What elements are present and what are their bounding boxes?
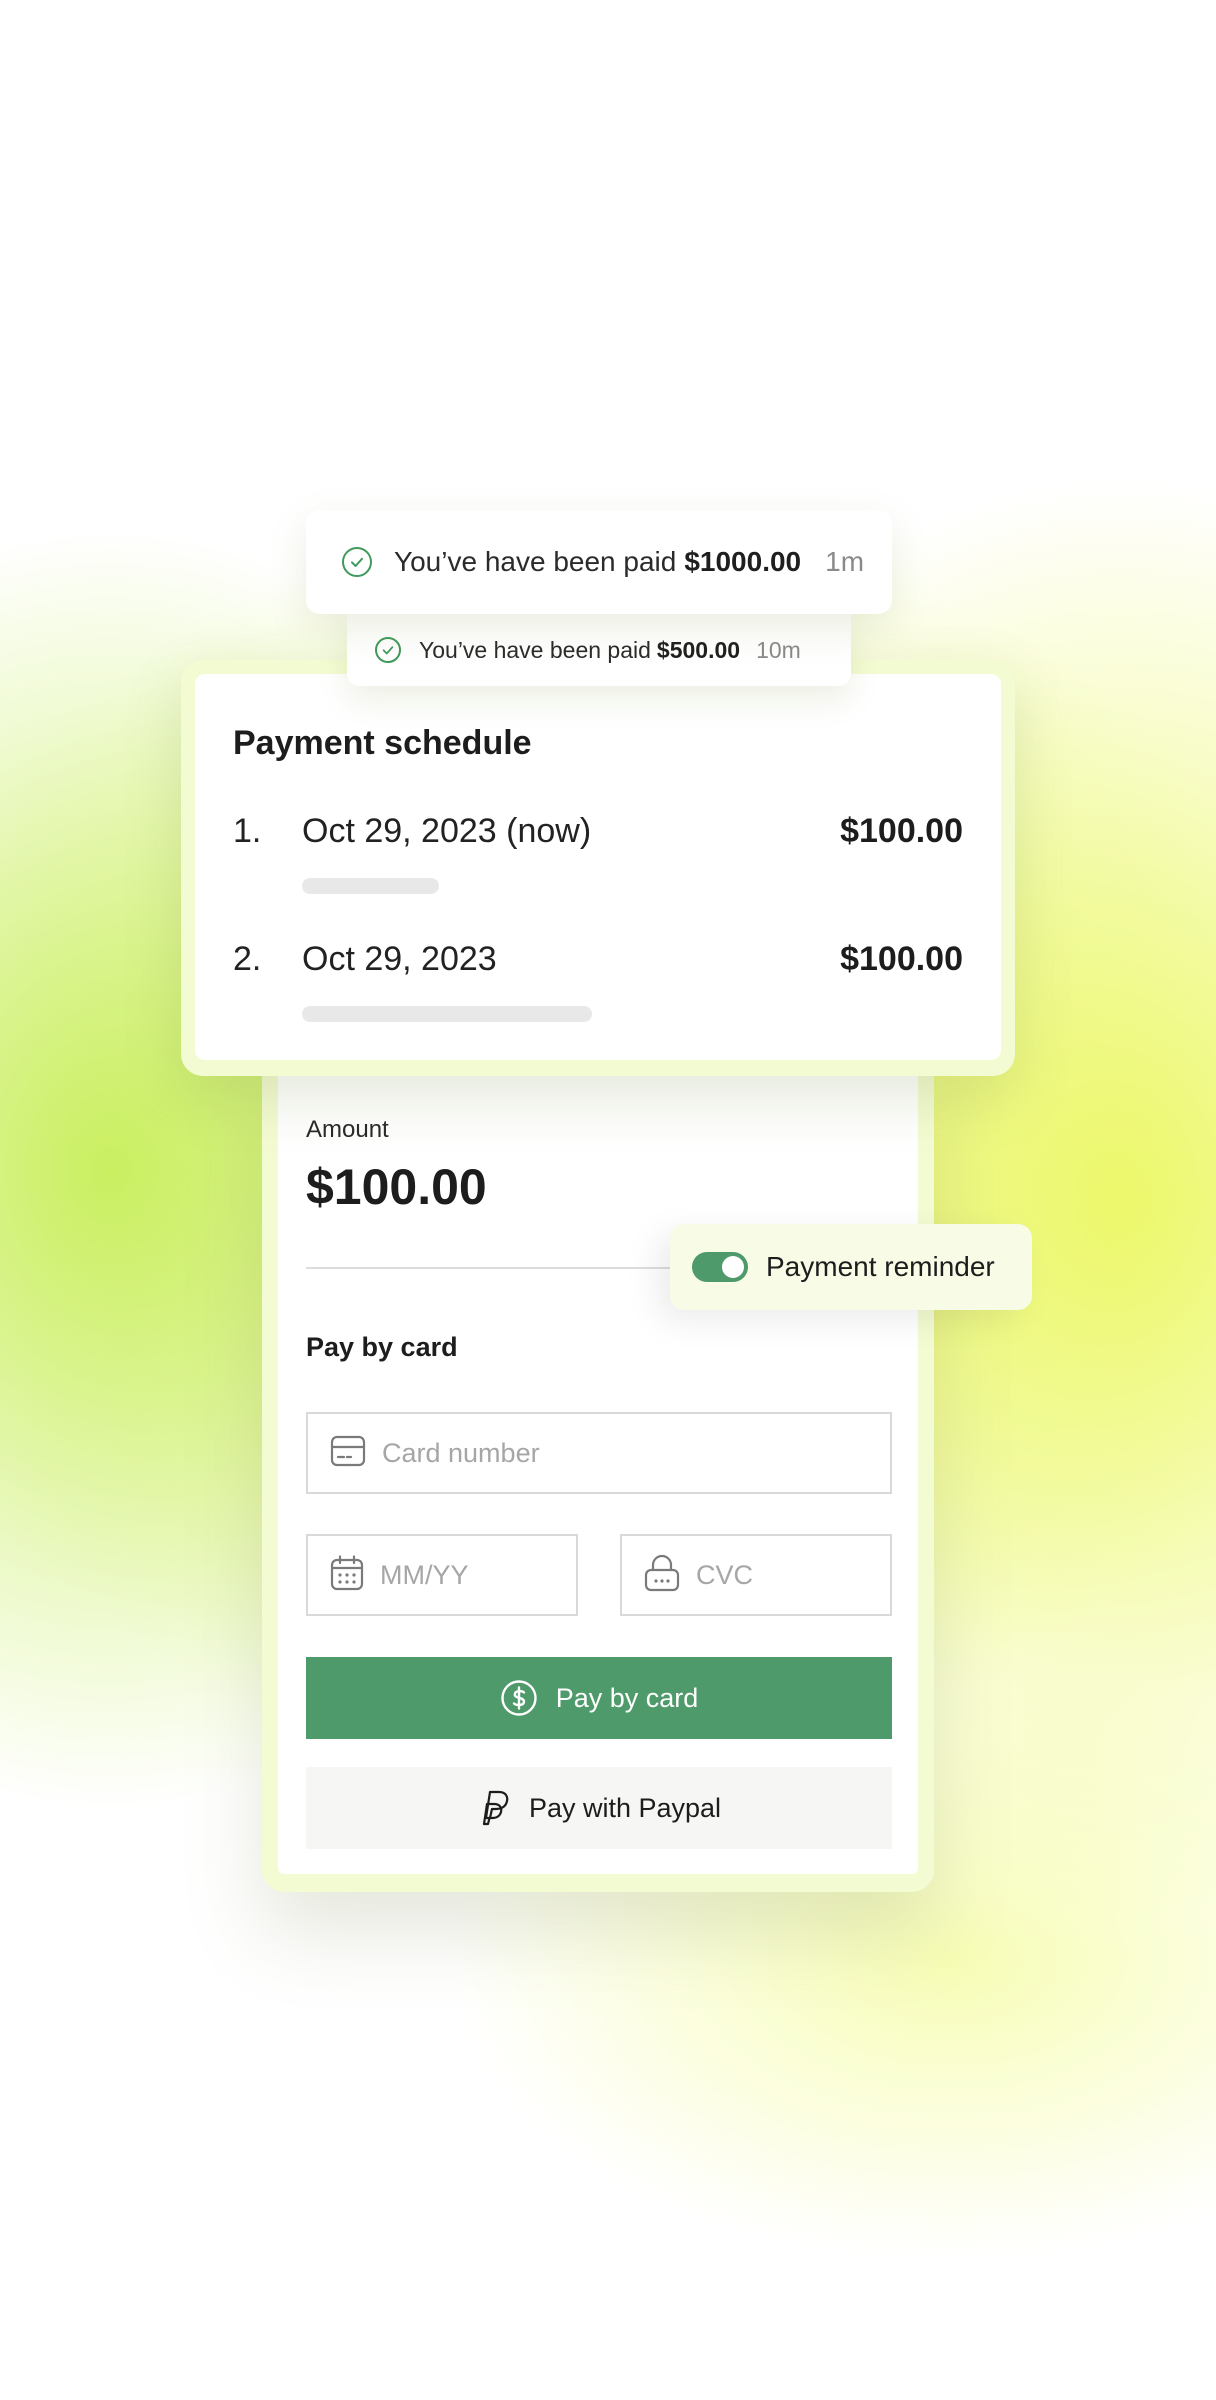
notification-time: 10m [756, 636, 801, 663]
card-number-field[interactable]: Card number [306, 1412, 892, 1494]
schedule-item-date: Oct 29, 2023 (now) [302, 812, 592, 850]
payment-notification: You’ve have been paid $500.00 10m [347, 614, 851, 686]
payment-reminder-pill: Payment reminder [670, 1224, 1032, 1310]
schedule-item: 2. Oct 29, 2023 $100.00 [233, 940, 963, 1050]
schedule-item: 1. Oct 29, 2023 (now) $100.00 [233, 812, 963, 922]
check-circle-icon [342, 547, 372, 577]
pay-by-card-button-label: Pay by card [555, 1682, 699, 1713]
schedule-item-number: 1. [233, 812, 262, 850]
payment-reminder-label: Payment reminder [766, 1251, 995, 1282]
card-number-placeholder: Card number [382, 1437, 540, 1468]
schedule-item-amount: $100.00 [840, 940, 963, 978]
payment-schedule-card: Payment schedule 1. Oct 29, 2023 (now) $… [195, 674, 1001, 1060]
expiry-placeholder: MM/YY [380, 1559, 469, 1590]
pay-by-card-button[interactable]: Pay by card [306, 1657, 892, 1739]
notification-text: You’ve have been paid [419, 636, 651, 663]
credit-card-icon [330, 1435, 366, 1472]
pay-with-paypal-button-label: Pay with Paypal [528, 1792, 722, 1823]
notification-amount: $1000.00 [684, 546, 802, 577]
notification-text: You’ve have been paid [394, 546, 677, 577]
notification-time: 1m [825, 546, 865, 577]
schedule-title: Payment schedule [233, 724, 532, 762]
check-circle-icon [375, 637, 401, 663]
payment-notification: You’ve have been paid $1000.00 1m [306, 510, 892, 614]
dollar-circle-icon [500, 1679, 538, 1717]
calendar-icon [330, 1554, 364, 1596]
cvc-field[interactable]: CVC [620, 1534, 892, 1616]
notification-amount: $500.00 [656, 636, 741, 663]
amount-label: Amount [306, 1116, 389, 1143]
schedule-item-placeholder-bar [302, 878, 439, 894]
paypal-icon [477, 1788, 511, 1828]
amount-value: $100.00 [306, 1159, 487, 1215]
lock-icon [644, 1554, 680, 1597]
schedule-item-date: Oct 29, 2023 [302, 940, 497, 978]
schedule-item-number: 2. [233, 940, 262, 978]
payment-panel: Amount $100.00 Pay by card Card number M… [262, 1060, 934, 1892]
schedule-item-amount: $100.00 [840, 812, 963, 850]
schedule-item-placeholder-bar [302, 1006, 592, 1022]
toggle-knob [722, 1256, 744, 1278]
cvc-placeholder: CVC [696, 1559, 754, 1590]
payment-reminder-toggle[interactable] [692, 1252, 748, 1282]
payment-schedule-panel: Payment schedule 1. Oct 29, 2023 (now) $… [181, 660, 1015, 1076]
payment-card: Amount $100.00 Pay by card Card number M… [278, 1060, 918, 1874]
pay-by-card-heading: Pay by card [306, 1332, 458, 1362]
expiry-field[interactable]: MM/YY [306, 1534, 578, 1616]
pay-with-paypal-button[interactable]: Pay with Paypal [306, 1767, 892, 1849]
